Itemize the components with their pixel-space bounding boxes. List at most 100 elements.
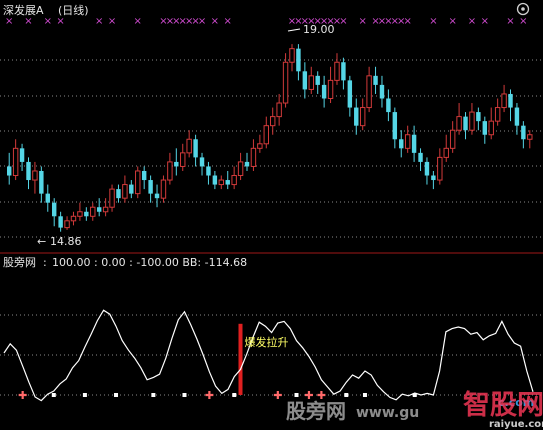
indicator-colon: :: [43, 256, 47, 269]
candle-body: [64, 220, 70, 229]
candle-body: [96, 207, 102, 212]
candle-body: [366, 75, 372, 109]
watermark-brand: 智股网: [463, 390, 543, 421]
candle-body: [514, 107, 520, 126]
signal-marker: ×: [506, 16, 514, 27]
candle-body: [469, 111, 475, 131]
signal-marker: ×: [403, 16, 411, 27]
candle-body: [263, 125, 270, 145]
dot-marker: [362, 393, 367, 397]
dot-marker: [151, 393, 156, 397]
candle-body: [501, 93, 507, 109]
indicator-name: 股旁网: [3, 255, 36, 269]
candle-body: [135, 170, 141, 195]
candle-body: [424, 161, 430, 176]
candle-body: [7, 166, 12, 176]
candle-body: [431, 175, 436, 181]
signal-bar: [238, 323, 243, 395]
candle-body: [521, 125, 526, 140]
candle-body: [77, 211, 83, 217]
signal-marker: ×: [519, 16, 527, 27]
candle-body: [321, 84, 327, 99]
chart-canvas: × × × × × × × ××××××× × × ××××××××× × ×××××× × × × × × × 1…: [0, 0, 543, 430]
candle-body: [392, 112, 398, 140]
candle-body: [167, 161, 173, 181]
candle-body: [218, 179, 225, 186]
candle-body: [308, 75, 314, 90]
candle-body: [456, 116, 462, 131]
candle-body: [354, 107, 359, 126]
candle-body: [51, 202, 57, 217]
dot-marker: [412, 393, 417, 397]
signal-label: 爆发拉升: [244, 335, 288, 349]
candle-body: [231, 175, 237, 186]
dot-marker: [114, 393, 119, 397]
candle-body: [463, 116, 468, 131]
signal-marker: ×: [224, 16, 232, 27]
candle-body: [341, 62, 346, 81]
candle-body: [45, 193, 50, 203]
candle-body: [12, 147, 19, 177]
watermark-left-url: www.gu: [356, 405, 419, 421]
candle-body: [102, 206, 109, 213]
candle-body: [141, 170, 147, 181]
candle-body: [508, 93, 513, 108]
max-price-label: 19.00: [303, 23, 335, 36]
min-arrow-glyph: ←: [37, 235, 46, 248]
signal-marker: ×: [429, 16, 437, 27]
watermark-brand-url: raiyue.com: [489, 419, 543, 430]
signal-marker: ×: [211, 16, 219, 27]
candle-body: [90, 206, 96, 217]
candle-body: [334, 61, 340, 81]
candle-body: [250, 147, 257, 167]
signal-bar-rect: [238, 323, 243, 395]
candle-body: [411, 134, 417, 153]
candle-body: [437, 156, 443, 181]
candle-body: [347, 80, 353, 108]
candle-body: [282, 61, 289, 104]
signal-marker: ×: [339, 16, 347, 27]
candle-body: [443, 147, 449, 158]
candle-body: [237, 161, 244, 177]
candle-body: [257, 143, 263, 149]
candle-body: [148, 180, 153, 194]
signal-marker: ×: [481, 16, 489, 27]
candle-body: [449, 129, 456, 149]
signal-marker: ×: [24, 16, 32, 27]
candle-body: [32, 170, 38, 181]
candle-body: [276, 102, 282, 118]
candle-body: [404, 134, 411, 149]
candle-body: [70, 215, 77, 222]
dot-marker: [344, 393, 349, 397]
signal-marker: ×: [95, 16, 103, 27]
min-price-annotation: ← 14.86: [37, 235, 82, 248]
candle-body: [212, 175, 218, 185]
candle-body: [270, 116, 276, 127]
candle-body: [39, 170, 44, 194]
candle-body: [399, 139, 404, 149]
candle-body: [327, 79, 334, 99]
candle-body: [418, 152, 423, 162]
candle-body: [19, 148, 25, 162]
candle-body: [58, 216, 63, 228]
candle-body: [359, 107, 366, 127]
dot-marker: [294, 393, 299, 397]
candle-body: [109, 188, 115, 208]
candle-body: [193, 139, 198, 158]
candle-body: [160, 179, 167, 199]
signal-marker: ×: [468, 16, 476, 27]
dot-marker: [51, 393, 56, 397]
candle-body: [206, 166, 211, 176]
candle-body: [527, 134, 533, 140]
signal-marker: ×: [198, 16, 206, 27]
candle-body: [315, 75, 320, 85]
chart-window: × × × × × × × × × × × × × × × × × × × × × × × × × × × × × × × × × × × × × × 1…: [0, 0, 543, 430]
dot-marker: [182, 393, 187, 397]
dot-marker: [232, 393, 237, 397]
candle-body: [180, 152, 186, 167]
signal-marker: ×: [56, 16, 64, 27]
candle-body: [116, 189, 121, 199]
watermark-left: 股旁网: [286, 399, 346, 423]
candle-body: [373, 75, 378, 85]
signal-marker: ×: [134, 16, 142, 27]
